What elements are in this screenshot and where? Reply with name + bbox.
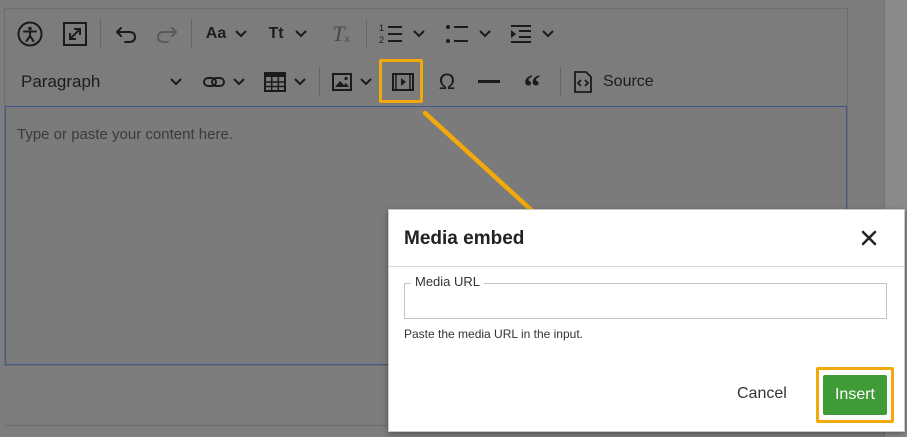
chevron-down-icon [235, 30, 247, 38]
toolbar-row-1: Aa Tt Tx 12 [5, 11, 847, 57]
toolbar-separator [191, 19, 192, 49]
table-dropdown[interactable] [259, 67, 311, 97]
editor-placeholder: Type or paste your content here. [17, 126, 233, 143]
media-url-help-text: Paste the media URL in the input. [404, 327, 583, 341]
chevron-down-icon [542, 30, 554, 38]
chevron-down-icon [479, 30, 491, 38]
source-button[interactable]: Source [571, 67, 663, 97]
media-url-label: Media URL [411, 274, 485, 289]
image-dropdown[interactable] [327, 67, 377, 97]
media-url-input[interactable] [405, 284, 886, 318]
toolbar-separator [319, 67, 320, 97]
bulleted-list-icon [446, 25, 468, 43]
block-quote-icon[interactable]: “ [517, 67, 547, 105]
image-icon [332, 73, 352, 91]
font-size-dropdown[interactable]: Aa [201, 19, 253, 49]
link-dropdown[interactable] [198, 67, 250, 97]
heading-dropdown[interactable]: Paragraph [15, 67, 185, 97]
numbered-list-dropdown[interactable]: 12 [374, 19, 430, 49]
link-icon [203, 77, 225, 87]
bulleted-list-dropdown[interactable] [440, 19, 496, 49]
text-transform-dropdown[interactable]: Tt [263, 19, 313, 49]
svg-text:1: 1 [379, 23, 384, 33]
undo-icon[interactable] [111, 19, 141, 49]
accessibility-icon[interactable] [15, 19, 45, 49]
numbered-list-icon: 12 [379, 23, 402, 45]
toolbar-separator [100, 19, 101, 49]
chevron-down-icon [294, 30, 307, 38]
horizontal-line-icon[interactable] [474, 67, 504, 97]
dialog-title: Media embed [404, 228, 525, 249]
chevron-down-icon [170, 78, 182, 86]
indent-icon [511, 25, 531, 43]
font-size-icon: Aa [205, 25, 227, 42]
toolbar-separator [366, 19, 367, 49]
toolbar-separator [560, 67, 561, 97]
special-characters-icon[interactable]: Ω [432, 67, 462, 97]
indent-dropdown[interactable] [505, 19, 559, 49]
media-embed-dialog: Media embed Media URL Paste the media UR… [388, 209, 905, 432]
media-embed-highlight [379, 59, 423, 103]
close-icon[interactable] [854, 223, 884, 253]
toolbar-row-2: Paragraph Ω “ Source [5, 59, 847, 105]
insert-button[interactable]: Insert [823, 375, 887, 415]
chevron-down-icon [413, 30, 425, 38]
chevron-down-icon [233, 78, 245, 86]
cancel-button[interactable]: Cancel [737, 385, 787, 403]
remove-format-icon[interactable]: Tx [326, 19, 356, 49]
dialog-divider [389, 266, 904, 267]
source-icon [574, 71, 592, 93]
text-transform-icon: Tt [268, 25, 284, 42]
chevron-down-icon [294, 78, 306, 86]
table-icon [264, 72, 286, 92]
redo-icon[interactable] [152, 19, 182, 49]
source-label: Source [603, 73, 654, 90]
svg-text:2: 2 [379, 35, 384, 45]
heading-dropdown-label: Paragraph [21, 72, 101, 91]
fullscreen-icon[interactable] [60, 19, 90, 49]
chevron-down-icon [360, 78, 372, 86]
